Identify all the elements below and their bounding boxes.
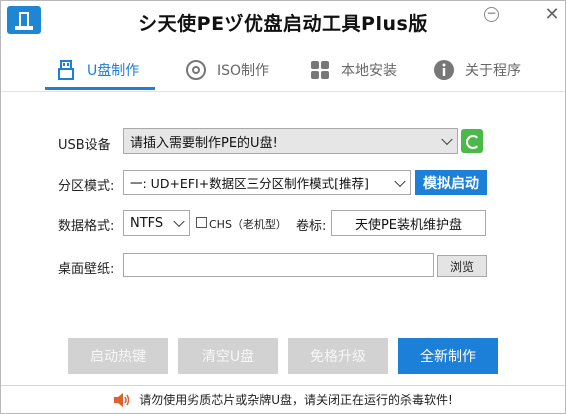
- partition-mode-select[interactable]: 一: UD+EFI+数据区三分区制作模式[推荐]: [123, 170, 411, 195]
- wallpaper-input[interactable]: [123, 253, 434, 277]
- tab-label: 本地安装: [341, 63, 397, 79]
- chevron-down-icon: [173, 215, 185, 228]
- tab-usb-make[interactable]: U盘制作: [55, 51, 139, 89]
- tab-label: 关于程序: [465, 63, 521, 79]
- usb-device-value: 请插入需要制作PE的U盘!: [130, 135, 278, 151]
- data-format-value: NTFS: [130, 215, 164, 231]
- refresh-button[interactable]: [461, 129, 483, 153]
- chs-label: CHS（老机型）: [209, 218, 287, 231]
- tab-label: U盘制作: [87, 63, 140, 79]
- active-tab-indicator: [45, 87, 155, 90]
- tab-about[interactable]: 关于程序: [433, 51, 521, 89]
- app-window: シ天使PEヅ优盘启动工具Plus版 − ✕ U盘制作 ISO制作 本地安装 关于…: [0, 0, 566, 414]
- volume-label-value: 天使PE装机维护盘: [354, 217, 463, 233]
- footer-warning: 请勿使用劣质芯片或杂牌U盘，请关闭正在运行的杀毒软件!: [139, 393, 453, 407]
- new-make-button[interactable]: 全新制作: [398, 338, 498, 374]
- footer-bar: 请勿使用劣质芯片或杂牌U盘，请关闭正在运行的杀毒软件!: [1, 386, 565, 413]
- volume-label-input[interactable]: 天使PE装机维护盘: [331, 210, 486, 236]
- tab-bar: U盘制作 ISO制作 本地安装 关于程序: [1, 51, 565, 92]
- usb-device-label: USB设备: [58, 138, 111, 153]
- title-bar: シ天使PEヅ优盘启动工具Plus版 − ✕: [1, 1, 565, 45]
- partition-mode-value: 一: UD+EFI+数据区三分区制作模式[推荐]: [130, 176, 369, 191]
- chevron-down-icon: [441, 133, 453, 146]
- disc-icon: [185, 59, 207, 81]
- tab-local-install[interactable]: 本地安装: [309, 51, 397, 89]
- upgrade-without-format-button[interactable]: 免格升级: [288, 338, 388, 374]
- info-icon: [433, 59, 455, 81]
- refresh-icon: [466, 135, 480, 149]
- usb-device-select[interactable]: 请插入需要制作PE的U盘!: [123, 128, 458, 154]
- speaker-icon: [113, 392, 131, 408]
- chs-checkbox[interactable]: [196, 217, 207, 228]
- data-format-label: 数据格式:: [58, 219, 115, 234]
- boot-hotkey-button[interactable]: 启动热键: [68, 338, 168, 374]
- volume-label-label: 卷标:: [296, 219, 327, 234]
- browse-button[interactable]: 浏览: [437, 255, 487, 277]
- simulate-boot-button[interactable]: 模拟启动: [415, 170, 487, 195]
- close-button[interactable]: ✕: [544, 6, 560, 24]
- tab-iso-make[interactable]: ISO制作: [185, 51, 269, 89]
- tab-divider: [1, 91, 565, 92]
- clear-usb-button[interactable]: 清空U盘: [178, 338, 278, 374]
- window-title: シ天使PEヅ优盘启动工具Plus版: [138, 13, 428, 35]
- partition-mode-label: 分区模式:: [58, 179, 115, 194]
- tab-label: ISO制作: [217, 63, 270, 79]
- usb-icon: [55, 59, 77, 81]
- chevron-down-icon: [394, 175, 406, 187]
- wallpaper-label: 桌面壁纸:: [58, 262, 115, 277]
- minimize-button[interactable]: −: [484, 7, 499, 22]
- data-format-select[interactable]: NTFS: [123, 210, 190, 236]
- grid-icon: [309, 59, 331, 81]
